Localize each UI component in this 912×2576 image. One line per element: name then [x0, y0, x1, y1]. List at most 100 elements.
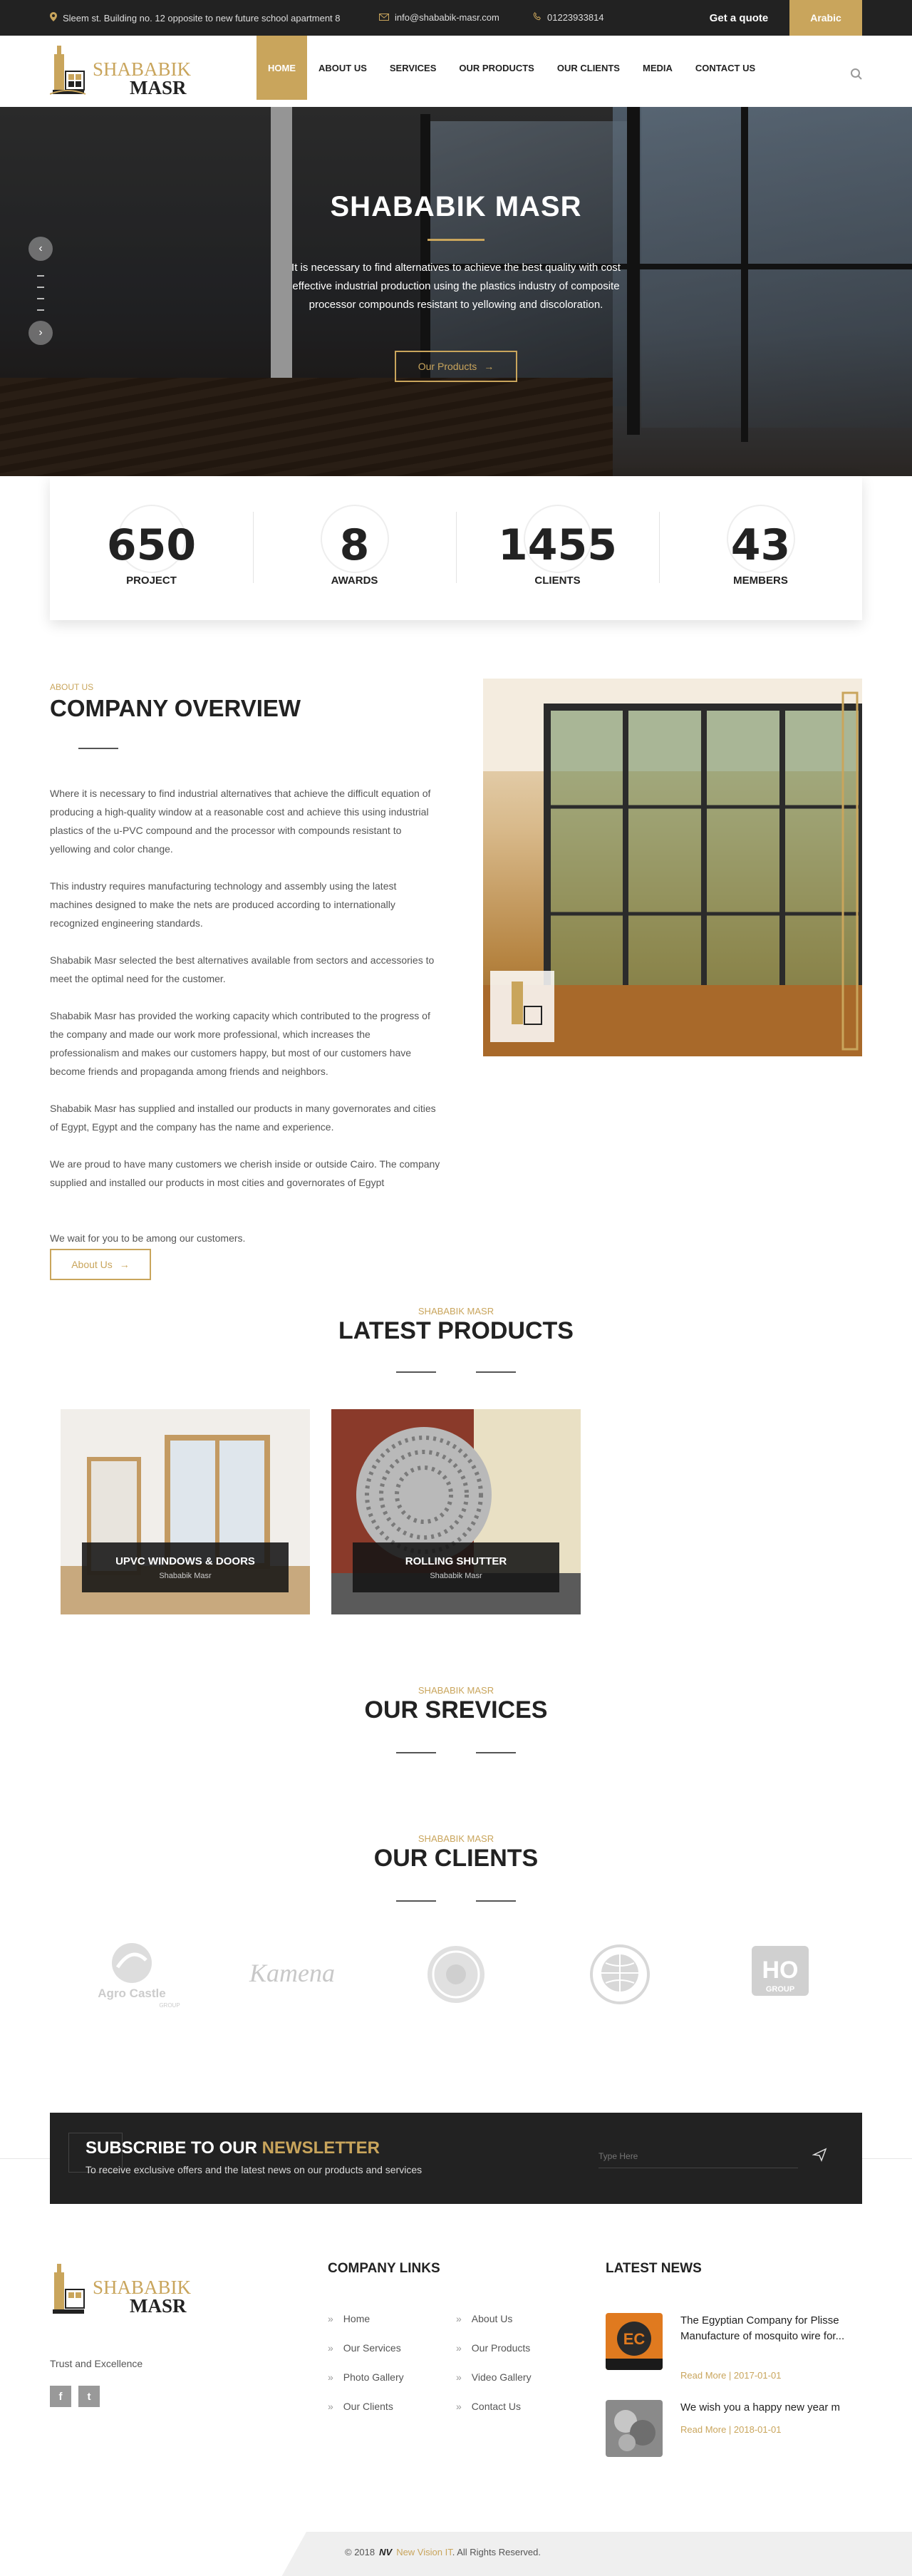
nav-media[interactable]: MEDIA [631, 36, 684, 100]
news-thumbnail[interactable]: EC [606, 2313, 663, 2370]
get-quote-button[interactable]: Get a quote [688, 0, 789, 36]
stat-label: MEMBERS [733, 575, 788, 587]
footer-link-video-gallery[interactable]: » Video Gallery [456, 2371, 532, 2383]
copyright-brand-link[interactable]: New Vision IT [396, 2547, 452, 2557]
hero-our-products-button[interactable]: Our Products → [395, 351, 517, 382]
slider-dot[interactable] [37, 275, 44, 277]
product-caption: ROLLING SHUTTER Shababik Masr [353, 1542, 559, 1592]
stat-label: CLIENTS [534, 575, 581, 587]
client-name: HO [762, 1957, 799, 1984]
client-logo-seal[interactable] [417, 1939, 495, 2010]
about-paragraph: Shababik Masr has provided the working c… [50, 1010, 430, 1077]
chevron-right-icon: » [456, 2401, 462, 2412]
newsletter-title: SUBSCRIBE TO OUR NEWSLETTER [86, 2138, 380, 2158]
news-thumbnail[interactable] [606, 2400, 663, 2457]
phone-icon [533, 11, 542, 23]
title-divider [78, 748, 118, 749]
hero-text: It is necessary to find alternatives to … [291, 262, 621, 311]
news-meta: Read More | 2018-01-01 [680, 2424, 782, 2435]
product-card[interactable]: ROLLING SHUTTER Shababik Masr [331, 1409, 581, 1614]
client-logo-agro-castle[interactable]: Agro Castle GROUP [78, 1939, 185, 2010]
footer-link-clients[interactable]: » Our Clients [328, 2401, 393, 2412]
services-kicker: SHABABIK MASR [418, 1685, 494, 1696]
footer-link-label[interactable]: Photo Gallery [343, 2371, 404, 2383]
newsletter-title-plain: SUBSCRIBE TO OUR [86, 2138, 262, 2158]
language-arabic-button[interactable]: Arabic [789, 0, 862, 36]
chevron-right-icon: » [328, 2342, 333, 2354]
newsletter-email-input[interactable] [598, 2144, 798, 2168]
search-icon[interactable] [850, 68, 863, 81]
footer-link-label[interactable]: Our Clients [343, 2401, 393, 2412]
arrow-right-icon: → [119, 1259, 130, 1270]
slider-dot[interactable] [37, 309, 44, 311]
slider-dot[interactable] [37, 287, 44, 288]
footer-link-label[interactable]: Video Gallery [472, 2371, 532, 2383]
news-date: 2017-01-01 [733, 2370, 782, 2381]
product-card[interactable]: UPVC WINDOWS & DOORS Shababik Masr [61, 1409, 310, 1614]
footer-link-label[interactable]: Our Services [343, 2342, 401, 2354]
about-paragraph: We wait for you to be among our customer… [50, 1232, 246, 1244]
stat-label: PROJECT [126, 575, 177, 587]
footer-link-label[interactable]: Home [343, 2313, 370, 2324]
newsletter-box: SUBSCRIBE TO OUR NEWSLETTER To receive e… [50, 2113, 862, 2204]
email-info[interactable]: info@shababik-masr.com [379, 12, 499, 23]
about-us-button[interactable]: About Us → [50, 1249, 151, 1280]
client-logo-ho-group[interactable]: HO GROUP [741, 1939, 819, 2010]
product-subtitle: Shababik Masr [430, 1572, 482, 1580]
stat-label: AWARDS [331, 575, 378, 587]
footer-link-about[interactable]: » About Us [456, 2313, 512, 2324]
nav-our-clients[interactable]: OUR CLIENTS [546, 36, 631, 100]
footer-link-contact[interactable]: » Contact Us [456, 2401, 521, 2412]
footer-logo[interactable]: SHABABIK MASR [50, 2260, 207, 2324]
envelope-icon [379, 12, 389, 23]
client-logo-kamena[interactable]: Kamena [235, 1939, 349, 2010]
stat-members: 43 MEMBERS [659, 476, 862, 620]
about-paragraph: This industry requires manufacturing tec… [50, 880, 397, 929]
client-logo-globe[interactable] [581, 1939, 659, 2010]
facebook-icon[interactable]: f [50, 2386, 71, 2407]
clients-title: OUR CLIENTS [373, 1845, 539, 1872]
news-title[interactable]: We wish you a happy new year m [680, 2400, 859, 2416]
slider-next-arrow[interactable]: › [28, 321, 53, 345]
about-paragraph: Shababik Masr selected the best alternat… [50, 954, 435, 984]
about-kicker: ABOUT US [50, 682, 94, 692]
read-more-link[interactable]: Read More [680, 2424, 726, 2435]
copyright-prefix: © 2018 [345, 2547, 375, 2557]
footer-link-label[interactable]: Our Products [472, 2342, 530, 2354]
site-logo[interactable]: SHABABIK MASR [49, 40, 207, 104]
footer-link-label[interactable]: Contact Us [472, 2401, 521, 2412]
footer-link-home[interactable]: » Home [328, 2313, 370, 2324]
title-divider [476, 1900, 516, 1902]
new-vision-logo-icon: NV [379, 2547, 393, 2557]
about-title: COMPANY OVERVIEW [50, 695, 301, 721]
location-pin-icon [50, 12, 57, 24]
slider-prev-arrow[interactable]: ‹ [28, 237, 53, 261]
footer-link-products[interactable]: » Our Products [456, 2342, 530, 2354]
logo-line2: MASR [130, 2295, 187, 2317]
main-nav: HOME ABOUT US SERVICES OUR PRODUCTS OUR … [256, 36, 767, 100]
footer-links-title: COMPANY LINKS [328, 2261, 440, 2276]
twitter-icon[interactable]: t [78, 2386, 100, 2407]
stat-value: 650 [106, 520, 197, 570]
footer-link-services[interactable]: » Our Services [328, 2342, 401, 2354]
slider-dot[interactable] [37, 298, 44, 299]
hero-button-label: Our Products [418, 361, 477, 372]
nav-our-products[interactable]: OUR PRODUCTS [447, 36, 545, 100]
hero-divider [428, 239, 484, 241]
stat-awards: 8 AWARDS [253, 476, 456, 620]
footer-link-photo-gallery[interactable]: » Photo Gallery [328, 2371, 404, 2383]
nav-services[interactable]: SERVICES [378, 36, 448, 100]
footer-link-label[interactable]: About Us [472, 2313, 513, 2324]
address-info: Sleem st. Building no. 12 opposite to ne… [50, 12, 341, 24]
about-image [483, 679, 862, 1056]
news-title[interactable]: The Egyptian Company for Plisse Manufact… [680, 2313, 859, 2344]
news-date: 2018-01-01 [733, 2424, 782, 2435]
send-icon[interactable] [812, 2147, 828, 2163]
email-text[interactable]: info@shababik-masr.com [395, 12, 499, 23]
nav-contact-us[interactable]: CONTACT US [684, 36, 767, 100]
nav-about-us[interactable]: ABOUT US [307, 36, 378, 100]
phone-text[interactable]: 01223933814 [547, 12, 604, 23]
read-more-link[interactable]: Read More [680, 2370, 726, 2381]
nav-home[interactable]: HOME [256, 36, 307, 100]
phone-info[interactable]: 01223933814 [533, 11, 604, 23]
